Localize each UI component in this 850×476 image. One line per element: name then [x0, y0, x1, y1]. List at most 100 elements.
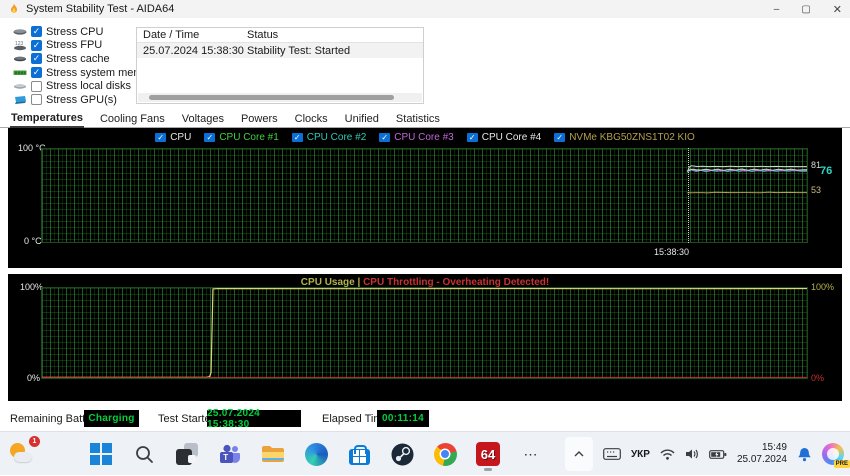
legend-checkbox[interactable]: ✓ — [467, 133, 478, 142]
usage-axis-right-0: 0% — [811, 373, 824, 383]
maximize-button[interactable]: ▢ — [801, 4, 810, 15]
steam-button[interactable] — [389, 437, 415, 471]
touch-keyboard-icon[interactable] — [603, 448, 621, 460]
series-nvme-kbg50zns1t02-kio — [687, 192, 807, 193]
window-title: System Stability Test - AIDA64 — [26, 3, 174, 15]
tab-statistics[interactable]: Statistics — [395, 111, 441, 127]
log-row-status: Stability Test: Started — [245, 45, 423, 57]
tab-temperatures[interactable]: Temperatures — [10, 110, 84, 128]
tab-unified[interactable]: Unified — [344, 111, 380, 127]
legend-label: NVMe KBG50ZNS1T02 KIO — [569, 132, 695, 143]
copilot-button[interactable]: PRE — [822, 443, 844, 465]
tab-voltages[interactable]: Voltages — [181, 111, 225, 127]
store-button[interactable] — [346, 437, 372, 471]
usage-axis-left-100: 100% — [20, 282, 43, 292]
folder-icon — [261, 444, 285, 464]
file-explorer-button[interactable] — [260, 437, 286, 471]
tab-powers[interactable]: Powers — [240, 111, 279, 127]
legend-checkbox[interactable]: ✓ — [379, 133, 390, 142]
event-log-table: Date / Time Status 25.07.2024 15:38:30 S… — [136, 27, 424, 104]
stress-gpu-label: Stress GPU(s) — [46, 94, 117, 106]
legend-item-1[interactable]: ✓CPU Core #1 — [204, 132, 278, 143]
stress-fpu-label: Stress FPU — [46, 39, 102, 51]
chrome-button[interactable] — [432, 437, 458, 471]
search-icon — [134, 444, 154, 464]
minimize-button[interactable]: – — [774, 4, 780, 15]
legend-label: CPU Core #4 — [482, 132, 541, 143]
flame-icon — [8, 3, 20, 15]
search-button[interactable] — [131, 437, 157, 471]
log-scrollbar-thumb[interactable] — [149, 95, 393, 100]
test-start-marker-line — [688, 148, 689, 243]
teams-button[interactable]: T — [217, 437, 243, 471]
start-button[interactable] — [88, 437, 114, 471]
tray-date: 25.07.2024 — [737, 454, 787, 467]
stress-cpu-label: Stress CPU — [46, 26, 103, 38]
edge-icon — [305, 443, 328, 466]
stress-disks-label: Stress local disks — [46, 80, 131, 92]
elapsed-time-value: 00:11:14 — [377, 410, 429, 427]
legend-item-3[interactable]: ✓ CPU Core #3 — [379, 132, 453, 143]
log-col-status: Status — [245, 29, 423, 41]
notification-bell-icon[interactable] — [797, 447, 812, 462]
weather-widget[interactable]: 1 — [8, 438, 42, 470]
log-header-row: Date / Time Status — [137, 28, 423, 43]
stress-gpu-checkbox[interactable]: ✓ — [31, 94, 42, 105]
temp-value-nvme: 53 — [811, 185, 821, 195]
stress-option-disks[interactable]: ✓ Stress local disks — [12, 79, 132, 93]
cache-icon — [12, 53, 27, 64]
legend-item-4[interactable]: ✓ CPU Core #4 — [467, 132, 541, 143]
stress-option-memory[interactable]: ✓ Stress system memory — [12, 66, 132, 80]
stress-cache-checkbox[interactable]: ✓ — [31, 53, 42, 64]
windows-logo-icon — [90, 443, 112, 465]
legend-item-5[interactable]: ✓ NVMe KBG50ZNS1T02 KIO — [554, 132, 695, 143]
tab-clocks[interactable]: Clocks — [294, 111, 329, 127]
task-view-button[interactable] — [174, 437, 200, 471]
copilot-pre-badge: PRE — [834, 460, 850, 468]
svg-text:T: T — [223, 453, 228, 462]
gpu-icon — [12, 94, 27, 105]
legend-label: CPU Core #3 — [394, 132, 453, 143]
log-row-datetime: 25.07.2024 15:38:30 — [137, 45, 245, 57]
tray-expand-button[interactable] — [565, 437, 593, 471]
legend-checkbox[interactable]: ✓ — [292, 133, 303, 142]
legend-item-2[interactable]: ✓CPU Core #2 — [292, 132, 366, 143]
series-cpu-usage — [42, 289, 807, 378]
stress-option-fpu[interactable]: 123 ✓ Stress FPU — [12, 39, 132, 53]
aida64-icon: 64 — [476, 442, 500, 466]
tab-cooling-fans[interactable]: Cooling Fans — [99, 111, 166, 127]
language-indicator[interactable]: УКР — [631, 449, 650, 460]
stress-cpu-checkbox[interactable]: ✓ — [31, 26, 42, 37]
taskbar: 1 T — [0, 431, 850, 475]
usage-axis-right-100: 100% — [811, 282, 834, 292]
fpu-icon: 123 — [12, 40, 27, 51]
usage-axis-left-0: 0% — [27, 373, 40, 383]
log-horizontal-scrollbar[interactable] — [138, 93, 422, 102]
temp-value-core: 76 — [820, 165, 832, 177]
tab-bar: Temperatures Cooling Fans Voltages Power… — [0, 110, 850, 128]
battery-charging-icon[interactable] — [709, 449, 727, 460]
store-icon — [349, 449, 370, 465]
legend-label: CPU — [170, 132, 191, 143]
stress-option-cache[interactable]: ✓ Stress cache — [12, 52, 132, 66]
close-button[interactable]: ✕ — [833, 3, 842, 16]
stress-disks-checkbox[interactable]: ✓ — [31, 81, 42, 92]
test-started-value: 25.07.2024 15:38:30 — [207, 410, 301, 427]
stress-memory-checkbox[interactable]: ✓ — [31, 67, 42, 78]
legend-checkbox[interactable]: ✓ — [554, 133, 565, 142]
wifi-icon[interactable] — [660, 449, 675, 460]
volume-icon[interactable] — [685, 448, 699, 460]
tray-clock[interactable]: 15:49 25.07.2024 — [737, 442, 787, 467]
notification-badge: 1 — [29, 436, 40, 447]
taskbar-overflow-button[interactable]: ⋯ — [518, 437, 544, 471]
edge-button[interactable] — [303, 437, 329, 471]
log-row[interactable]: 25.07.2024 15:38:30 Stability Test: Star… — [137, 43, 423, 58]
memory-icon — [12, 67, 27, 78]
legend-checkbox[interactable]: ✓ — [204, 133, 215, 142]
aida64-taskbar-button[interactable]: 64 — [475, 437, 501, 471]
legend-checkbox[interactable]: ✓ — [155, 133, 166, 142]
stress-option-cpu[interactable]: ✓ Stress CPU — [12, 25, 132, 39]
legend-item-0[interactable]: ✓ CPU — [155, 132, 191, 143]
stress-option-gpu[interactable]: ✓ Stress GPU(s) — [12, 93, 132, 107]
stress-fpu-checkbox[interactable]: ✓ — [31, 40, 42, 51]
